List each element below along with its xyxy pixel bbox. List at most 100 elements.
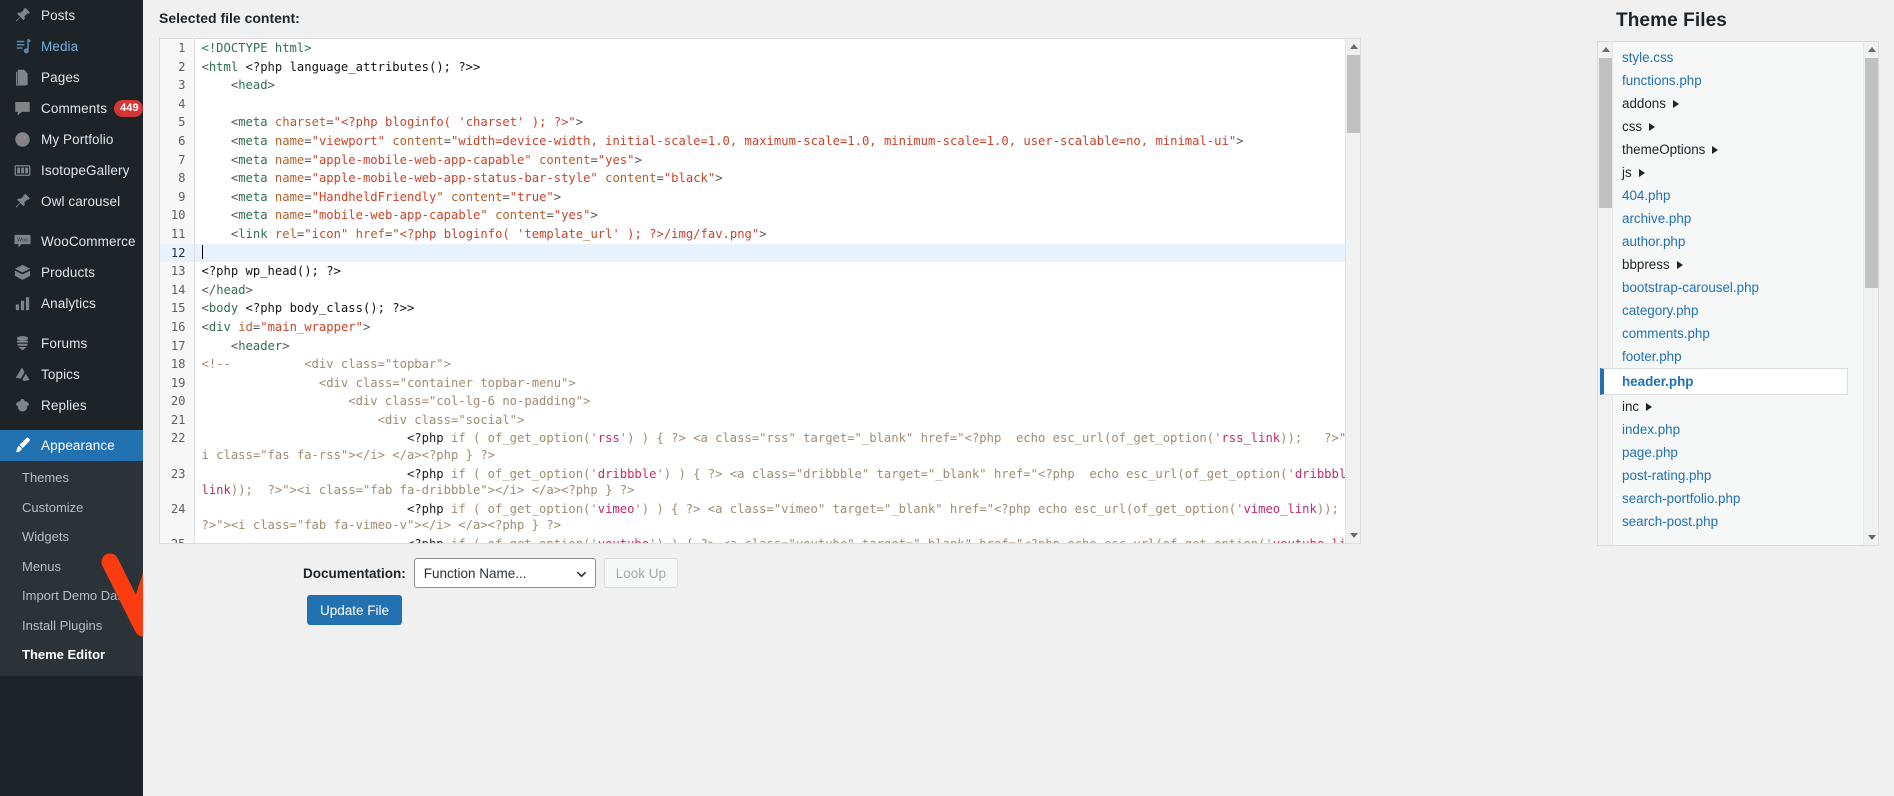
theme-file-item-page-php[interactable]: page.php — [1614, 441, 1862, 464]
sidebar-item-analytics[interactable]: Analytics — [0, 288, 143, 319]
code-line-content[interactable] — [194, 95, 1360, 114]
sidebar-item-posts[interactable]: Posts — [0, 0, 143, 31]
code-line-content[interactable]: <div class="col-lg-6 no-padding"> — [194, 392, 1360, 411]
sidebar-item-media[interactable]: Media — [0, 31, 143, 62]
sidebar-item-woocommerce[interactable]: Woo WooCommerce — [0, 226, 143, 257]
theme-file-item-inc[interactable]: inc — [1614, 395, 1862, 418]
sidebar-item-label: Comments — [41, 101, 108, 116]
code-line-content[interactable]: <meta charset="<?php bloginfo( 'charset'… — [194, 113, 1360, 132]
code-editor-scroll-area[interactable]: 1 <!DOCTYPE html> 2 <html <?php language_at… — [160, 39, 1361, 543]
theme-file-item-archive-php[interactable]: archive.php — [1614, 207, 1862, 230]
sidebar-item-topics[interactable]: Topics — [0, 359, 143, 390]
theme-file-item-search-portfolio-php[interactable]: search-portfolio.php — [1614, 487, 1862, 510]
code-line-content[interactable]: <?php if ( of_get_option('youtube') ) { … — [194, 535, 1360, 543]
theme-file-item-bootstrap-carousel-php[interactable]: bootstrap-carousel.php — [1614, 276, 1862, 299]
code-line-content[interactable]: <div class="social"> — [194, 411, 1360, 430]
code-line-content[interactable]: <!-- <div class="topbar"> — [194, 355, 1360, 374]
code-line-content[interactable]: </head> — [194, 281, 1360, 300]
code-line-content[interactable]: <meta name="HandheldFriendly" content="t… — [194, 188, 1360, 207]
code-line-content[interactable]: <div class="container topbar-menu"> — [194, 374, 1360, 393]
theme-file-item-bbpress[interactable]: bbpress — [1614, 253, 1862, 276]
theme-file-item-category-php[interactable]: category.php — [1614, 299, 1862, 322]
submenu-item-widgets[interactable]: Widgets — [0, 522, 143, 552]
submenu-item-theme-editor[interactable]: Theme Editor — [0, 640, 143, 670]
code-token: > — [590, 208, 598, 223]
theme-file-label: page.php — [1622, 445, 1678, 460]
sidebar-item-products[interactable]: Products — [0, 257, 143, 288]
submenu-item-import-demo-data[interactable]: Import Demo Data — [0, 581, 143, 611]
theme-file-item-comments-php[interactable]: comments.php — [1614, 322, 1862, 345]
editor-scroll-up-button[interactable] — [1346, 39, 1360, 54]
code-line-content[interactable]: <?php if ( of_get_option('dribbble') ) {… — [194, 465, 1361, 500]
theme-file-item-themeoptions[interactable]: themeOptions — [1614, 138, 1862, 161]
theme-file-item-index-php[interactable]: index.php — [1614, 418, 1862, 441]
code-line-content[interactable]: <div id="main_wrapper"> — [194, 318, 1360, 337]
code-editor[interactable]: 1 <!DOCTYPE html> 2 <html <?php language_at… — [159, 38, 1361, 544]
theme-file-item-author-php[interactable]: author.php — [1614, 230, 1862, 253]
theme-file-item-style-css[interactable]: style.css — [1614, 46, 1862, 69]
code-line-content[interactable] — [194, 243, 1360, 263]
line-number: 6 — [160, 131, 195, 151]
products-icon — [10, 263, 34, 283]
sidebar-item-owl-carousel[interactable]: Owl carousel — [0, 186, 143, 217]
code-line-content[interactable]: <?php if ( of_get_option('vimeo') ) { ?>… — [194, 500, 1360, 535]
submenu-item-customize[interactable]: Customize — [0, 493, 143, 523]
code-line-content[interactable]: <?php if ( of_get_option('rss') ) { ?> <… — [194, 429, 1361, 464]
code-line-content[interactable]: <header> — [194, 337, 1360, 356]
submenu-item-install-plugins[interactable]: Install Plugins — [0, 611, 143, 641]
file-list-scroll-down[interactable] — [1864, 530, 1878, 545]
sidebar-item-replies[interactable]: Replies — [0, 390, 143, 421]
code-line-content[interactable]: <head> — [194, 76, 1360, 95]
code-line-content[interactable]: <?php wp_head(); ?> — [194, 262, 1360, 281]
code-line-content[interactable]: <meta name="viewport" content="width=dev… — [194, 132, 1360, 151]
editor-scroll-down-button[interactable] — [1346, 528, 1360, 543]
editor-scrollbar-thumb[interactable] — [1347, 55, 1360, 133]
sidebar-item-forums[interactable]: Forums — [0, 328, 143, 359]
code-line: 25 <?php if ( of_get_option('youtube') )… — [160, 535, 1360, 543]
code-token: = — [326, 115, 334, 130]
code-line-content[interactable]: <meta name="mobile-web-app-capable" cont… — [194, 206, 1360, 225]
file-list-left-scrollbar-thumb[interactable] — [1599, 58, 1612, 208]
chevron-down-icon — [576, 571, 586, 578]
theme-file-item-js[interactable]: js — [1614, 161, 1862, 184]
code-token: = — [304, 189, 312, 204]
sidebar-item-my-portfolio[interactable]: My Portfolio — [0, 124, 143, 155]
code-line-content[interactable]: <meta name="apple-mobile-web-app-capable… — [194, 151, 1360, 170]
sidebar-item-comments[interactable]: Comments 449 — [0, 93, 143, 124]
code-token: ') ) { ?> <a class="vimeo" target="_blan… — [634, 501, 1244, 516]
theme-file-item-404-php[interactable]: 404.php — [1614, 184, 1862, 207]
theme-file-item-footer-php[interactable]: footer.php — [1614, 345, 1862, 368]
file-list-scroll-up[interactable] — [1864, 42, 1878, 57]
theme-file-item-addons[interactable]: addons — [1614, 92, 1862, 115]
sidebar-item-pages[interactable]: Pages — [0, 62, 143, 93]
line-number: 23 — [160, 464, 195, 500]
theme-file-item-search-post-php[interactable]: search-post.php — [1614, 510, 1862, 533]
submenu-item-menus[interactable]: Menus — [0, 552, 143, 582]
code-line-content[interactable]: <html <?php language_attributes(); ?>> — [194, 58, 1360, 77]
look-up-button[interactable]: Look Up — [603, 558, 679, 588]
code-token: rel — [274, 226, 297, 241]
theme-file-item-functions-php[interactable]: functions.php — [1614, 69, 1862, 92]
code-token: </ — [201, 282, 217, 297]
sidebar-item-isotopegallery[interactable]: IsotopeGallery — [0, 155, 143, 186]
file-list-scrollbar[interactable] — [1863, 42, 1878, 545]
editor-scrollbar[interactable] — [1345, 39, 1360, 543]
code-token: html — [208, 59, 239, 74]
documentation-select[interactable]: Function Name... — [413, 558, 596, 588]
code-line-content[interactable]: <link rel="icon" href="<?php bloginfo( '… — [194, 225, 1360, 244]
code-line-content[interactable]: <meta name="apple-mobile-web-app-status-… — [194, 169, 1360, 188]
sidebar-item-appearance[interactable]: Appearance — [0, 430, 143, 461]
file-list-left-scroll-up[interactable] — [1598, 42, 1613, 57]
theme-file-item-css[interactable]: css — [1614, 115, 1862, 138]
file-list-left-scrollbar[interactable] — [1598, 42, 1613, 545]
code-line-content[interactable]: <body <?php body_class(); ?>> — [194, 299, 1360, 318]
update-file-button[interactable]: Update File — [307, 595, 403, 625]
line-number: 13 — [160, 262, 195, 281]
line-number: 7 — [160, 150, 195, 170]
code-line-content[interactable]: <!DOCTYPE html> — [194, 39, 1360, 58]
submenu-item-themes[interactable]: Themes — [0, 463, 143, 493]
theme-file-item-header-php[interactable]: header.php — [1600, 368, 1848, 395]
theme-file-item-post-rating-php[interactable]: post-rating.php — [1614, 464, 1862, 487]
file-list-scrollbar-thumb[interactable] — [1865, 58, 1878, 288]
